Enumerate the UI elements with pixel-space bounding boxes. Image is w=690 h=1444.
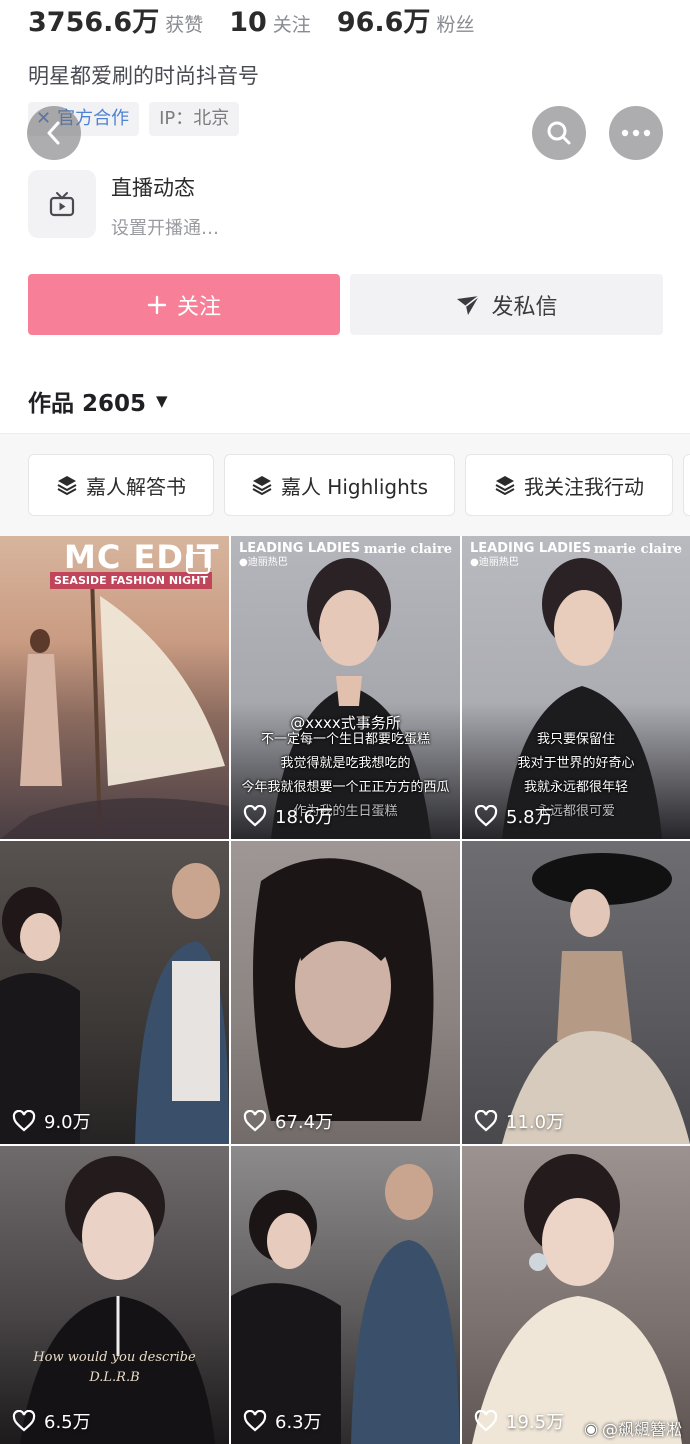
like-count-label: 5.8万	[506, 807, 553, 828]
followers-label[interactable]: 粉丝	[436, 10, 474, 37]
more-button[interactable]	[609, 106, 663, 160]
brand-leading-ladies: LEADING LADIES ●迪丽热巴	[470, 542, 591, 570]
works-label: 作品 2605	[28, 391, 147, 417]
video-thumbnail[interactable]: 11.0万	[462, 841, 690, 1144]
video-thumbnail[interactable]: 19.5万	[462, 1146, 690, 1444]
works-tab[interactable]: 作品 2605 ▼	[28, 384, 168, 418]
portrait-illustration	[253, 858, 434, 1121]
like-count-label: 67.4万	[275, 1112, 334, 1133]
layers-icon	[251, 474, 273, 496]
like-count-label: 9.0万	[44, 1112, 91, 1133]
tv-icon	[28, 170, 96, 238]
message-label: 发私信	[491, 294, 558, 320]
weibo-watermark: ◉ @飙飊簪凇	[584, 1416, 682, 1440]
likes-label: 获赞	[165, 14, 204, 36]
collection-label: 我关注我行动	[524, 474, 644, 499]
video-thumbnail[interactable]: LEADING LADIES ●迪丽热巴 marie claire 我只要保留住 …	[462, 536, 690, 839]
brand-leading-ladies: LEADING LADIES ●迪丽热巴	[239, 542, 360, 570]
caret-down-icon: ▼	[156, 392, 168, 410]
gown-portrait-illustration	[502, 853, 690, 1144]
watermark-text: @飙飊簪凇	[601, 1420, 682, 1439]
collection-chip-highlights[interactable]: 嘉人 Highlights	[224, 454, 455, 516]
like-count: 19.5万	[474, 1408, 564, 1434]
live-dynamics[interactable]: 直播动态 设置开播通…	[28, 170, 219, 240]
brand-left-sub: ●迪丽热巴	[470, 557, 519, 568]
like-count: 11.0万	[474, 1108, 564, 1134]
brand-marie-claire: marie claire	[593, 542, 682, 557]
collection-label: 嘉人 Highlights	[280, 474, 429, 499]
like-count-label: 19.5万	[506, 1412, 565, 1433]
follow-label: 关注	[176, 294, 221, 320]
like-count-label: 6.5万	[44, 1412, 91, 1433]
subtitle-line: 我就永远都很年轻	[523, 780, 628, 795]
live-subtitle: 设置开播通…	[111, 218, 219, 239]
subtitle-line: 我只要保留住	[536, 732, 615, 747]
two-people-illustration	[0, 863, 229, 1144]
collection-chip-answer-book[interactable]: 嘉人解答书	[28, 454, 214, 516]
heart-icon	[474, 1410, 498, 1432]
send-icon	[455, 293, 481, 317]
video-quote-name: D.L.R.B	[89, 1370, 140, 1385]
like-count: 6.5万	[12, 1408, 91, 1434]
video-thumbnail[interactable]: How would you describe D.L.R.B 6.5万	[0, 1146, 229, 1444]
profile-stats: 3756.6万 获赞 10 关注 96.6万 粉丝	[28, 0, 500, 39]
weibo-icon: ◉	[584, 1418, 598, 1438]
heart-icon	[474, 1110, 498, 1132]
like-count: 9.0万	[12, 1108, 91, 1134]
back-button[interactable]	[27, 106, 81, 160]
brand-left-label: LEADING LADIES	[470, 541, 592, 556]
portrait-illustration	[20, 1156, 215, 1444]
heart-icon	[474, 805, 498, 827]
video-thumbnail[interactable]: 6.3万	[231, 1146, 460, 1444]
more-icon	[621, 129, 651, 137]
like-count: 6.3万	[243, 1408, 322, 1434]
message-button[interactable]: 发私信	[350, 274, 663, 335]
like-count-label: 6.3万	[275, 1412, 322, 1433]
heart-icon	[12, 1110, 36, 1132]
heart-icon	[12, 1410, 36, 1432]
layers-icon	[494, 474, 516, 496]
like-count-label: 11.0万	[506, 1112, 565, 1133]
collection-icon	[186, 552, 210, 574]
collection-chip-follow-action[interactable]: 我关注我行动	[465, 454, 673, 516]
like-count-label: 18.6万	[275, 807, 334, 828]
video-thumbnail[interactable]: LEADING LADIES ●迪丽热巴 marie claire @xxxx式事…	[231, 536, 460, 839]
subtitle-line: 今年我就很想要一个正正方方的西瓜	[241, 780, 450, 795]
heart-icon	[243, 805, 267, 827]
followers-count[interactable]: 96.6万	[337, 0, 431, 39]
plus-icon	[147, 295, 167, 315]
heart-icon	[243, 1110, 267, 1132]
search-button[interactable]	[532, 106, 586, 160]
likes-count: 3756.6万	[28, 7, 160, 38]
ip-tag: IP：北京	[149, 102, 240, 136]
subtitle-line: 我对于世界的好奇心	[517, 756, 635, 771]
two-people-illustration	[231, 1164, 460, 1444]
following-label[interactable]: 关注	[273, 10, 311, 37]
subtitle-line: 我觉得就是吃我想吃的	[280, 756, 411, 771]
heart-icon	[243, 1410, 267, 1432]
like-count: 67.4万	[243, 1108, 333, 1134]
video-thumbnail[interactable]: 67.4万	[231, 841, 460, 1144]
follow-button[interactable]: 关注	[28, 274, 340, 335]
video-grid: MC EDIT SEASIDE FASHION NIGHT LEADING LA…	[0, 536, 690, 1444]
subtitle-line: 不一定每一个生日都要吃蛋糕	[260, 732, 430, 747]
portrait-illustration	[472, 1154, 682, 1444]
brand-left-sub: ●迪丽热巴	[239, 557, 288, 568]
following-count[interactable]: 10	[229, 7, 267, 38]
video-thumbnail[interactable]: 9.0万	[0, 841, 229, 1144]
brand-left-label: LEADING LADIES	[239, 541, 361, 556]
collection-chip-more[interactable]	[683, 454, 690, 516]
chevron-left-icon	[47, 121, 60, 145]
brand-marie-claire: marie claire	[363, 542, 452, 557]
search-icon	[547, 121, 571, 145]
video-subtitle: SEASIDE FASHION NIGHT	[50, 572, 212, 589]
layers-icon	[56, 474, 78, 496]
video-thumbnail[interactable]: MC EDIT SEASIDE FASHION NIGHT	[0, 536, 229, 839]
video-quote: How would you describe	[33, 1350, 196, 1365]
profile-bio: 明星都爱刷的时尚抖音号	[28, 64, 259, 88]
collection-label: 嘉人解答书	[86, 474, 186, 499]
like-count: 18.6万	[243, 803, 333, 829]
like-count: 5.8万	[474, 803, 553, 829]
live-title: 直播动态	[111, 176, 195, 200]
